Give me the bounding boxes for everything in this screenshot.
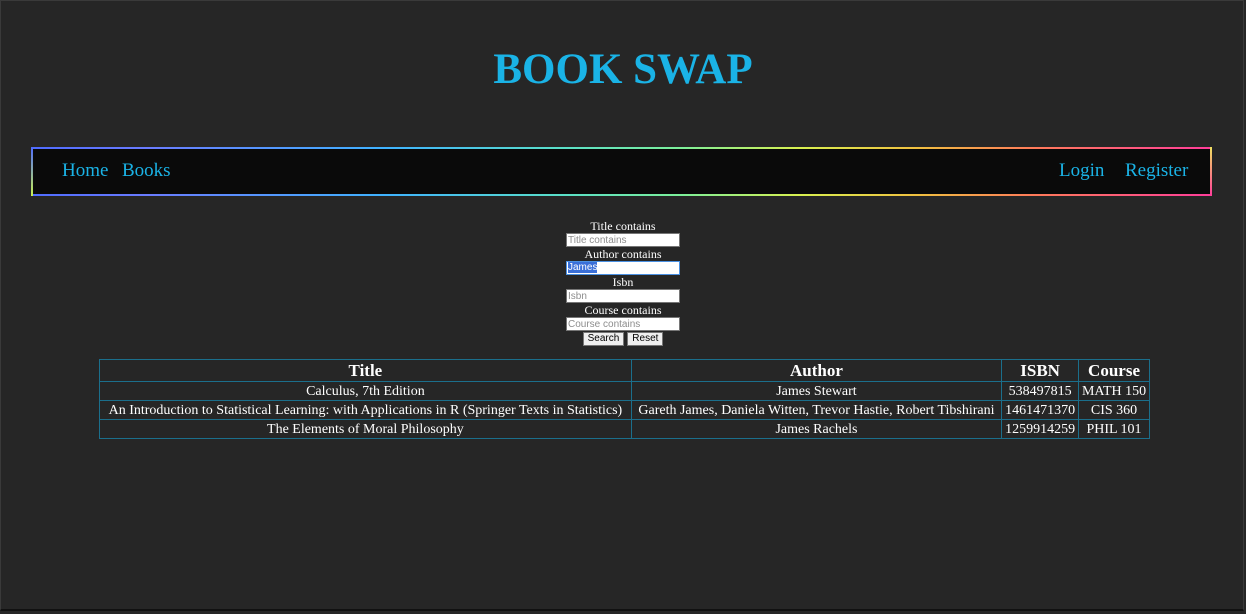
header-author: Author — [630, 359, 1003, 382]
isbn-label: Isbn — [612, 275, 634, 289]
cell-author: James Rachels — [630, 419, 1003, 439]
nav-home-link[interactable]: Home — [62, 149, 108, 193]
title-input[interactable] — [566, 233, 680, 247]
cell-title: An Introduction to Statistical Learning:… — [99, 400, 632, 420]
isbn-input[interactable] — [566, 289, 680, 303]
cell-course: MATH 150 — [1078, 381, 1150, 401]
nav-books-link[interactable]: Books — [122, 149, 171, 193]
cell-isbn: 538497815 — [1001, 381, 1080, 401]
navbar: Home Books Login Register — [31, 147, 1212, 196]
author-input[interactable]: James — [566, 261, 680, 275]
header-isbn: ISBN — [1001, 359, 1080, 382]
navbar-inner: Home Books Login Register — [33, 149, 1210, 194]
course-input[interactable] — [566, 317, 680, 331]
table-row: The Elements of Moral Philosophy James R… — [99, 419, 1150, 439]
cell-isbn: 1259914259 — [1001, 419, 1080, 439]
cell-author: James Stewart — [630, 381, 1003, 401]
course-label: Course contains — [584, 303, 662, 317]
header-course: Course — [1078, 359, 1150, 382]
button-row: Search Reset — [523, 332, 723, 347]
cell-author: Gareth James, Daniela Witten, Trevor Has… — [630, 400, 1003, 420]
cell-course: CIS 360 — [1078, 400, 1150, 420]
table-row: An Introduction to Statistical Learning:… — [99, 400, 1150, 420]
title-label: Title contains — [590, 219, 656, 233]
cell-title: The Elements of Moral Philosophy — [99, 419, 632, 439]
author-input-value: James — [568, 262, 598, 273]
author-label: Author contains — [584, 247, 662, 261]
header-title: Title — [99, 359, 632, 382]
cell-isbn: 1461471370 — [1001, 400, 1080, 420]
table-header-row: Title Author ISBN Course — [99, 359, 1150, 382]
search-button[interactable]: Search — [582, 332, 625, 346]
nav-register-link[interactable]: Register — [1125, 149, 1188, 193]
site-title: BOOK SWAP — [493, 46, 753, 93]
reset-button[interactable]: Reset — [627, 332, 664, 346]
cell-title: Calculus, 7th Edition — [99, 381, 632, 401]
nav-login-link[interactable]: Login — [1059, 149, 1104, 193]
books-table: Title Author ISBN Course Calculus, 7th E… — [99, 359, 1150, 439]
table-row: Calculus, 7th Edition James Stewart 5384… — [99, 381, 1150, 401]
search-form: Title contains Author contains James Isb… — [523, 219, 723, 347]
cell-course: PHIL 101 — [1078, 419, 1150, 439]
